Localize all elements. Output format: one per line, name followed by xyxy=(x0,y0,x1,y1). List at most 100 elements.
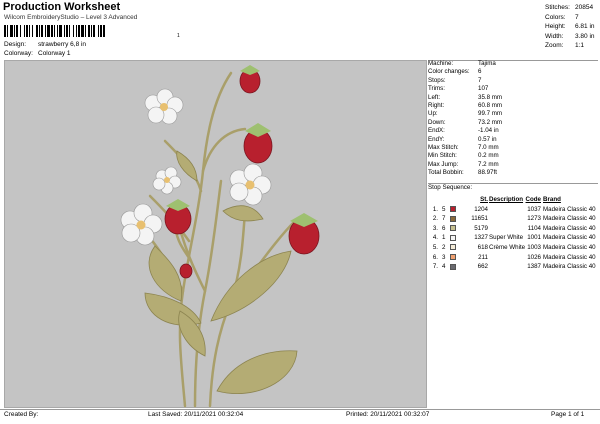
stop-index: 3. xyxy=(432,224,438,232)
info-value: -1.04 in xyxy=(478,127,499,135)
header-description: Description xyxy=(489,196,524,203)
thread-color-swatch xyxy=(450,234,456,241)
info-label: Up: xyxy=(428,110,438,118)
stop-row: 7. 4 662 1387 Madeira Classic 40 xyxy=(428,262,598,272)
design-preview xyxy=(4,60,427,408)
info-value: 73.2 mm xyxy=(478,118,503,126)
info-label: Max Jump: xyxy=(428,160,459,168)
stop-sequence-title: Stop Sequence: xyxy=(428,184,473,191)
stop-index: 2. xyxy=(432,215,438,223)
info-row: Right: 60.8 mm xyxy=(428,102,598,110)
stop-rows: 1. 5 1204 1037 Madeira Classic 40 2. 7 11651 127… xyxy=(428,205,598,272)
barcode xyxy=(4,25,174,37)
thread-code: 1104 xyxy=(527,224,541,232)
info-label: Down: xyxy=(428,118,446,126)
stop-sequence-table: St. Description Code Brand 1. 5 1204 1037 Ma… xyxy=(428,195,598,272)
info-row: EndY: 0.57 in xyxy=(428,136,598,144)
info-value: 7.2 mm xyxy=(478,160,499,168)
design-label: Design: xyxy=(4,41,27,48)
info-row: Max Jump: 7.2 mm xyxy=(428,161,598,169)
stop-sequence-header: St. Description Code Brand xyxy=(428,195,598,205)
thread-code: 1026 xyxy=(527,253,541,261)
info-label: EndY: xyxy=(428,135,445,143)
stop-row: 6. 3 211 1026 Madeira Classic 40 xyxy=(428,253,598,263)
created-by: Created By: xyxy=(4,411,39,418)
info-row: EndX: -1.04 in xyxy=(428,127,598,135)
machine-info: Machine: Tajima Color changes: 6 Stops: 7 Trim… xyxy=(428,60,598,177)
thread-brand: Madeira Classic 40 xyxy=(543,205,596,213)
info-label: Total Bobbin: xyxy=(428,169,464,177)
info-value: 35.8 mm xyxy=(478,93,503,101)
info-label: Left: xyxy=(428,93,441,101)
thread-brand: Madeira Classic 40 xyxy=(543,224,596,232)
thread-color-swatch xyxy=(450,206,456,213)
thread-color-swatch xyxy=(450,244,456,251)
thread-description: Crème White xyxy=(489,243,526,251)
software-name: Wilcom EmbroideryStudio – Level 3 Advanc… xyxy=(4,14,138,21)
stitch-count: 1204 xyxy=(474,205,488,213)
thread-code: 1273 xyxy=(527,215,541,223)
header-st: St. xyxy=(480,196,488,203)
info-value: 0.2 mm xyxy=(478,152,499,160)
info-row: Up: 99.7 mm xyxy=(428,110,598,118)
stop-index: 1. xyxy=(432,205,438,213)
stop-index: 6. xyxy=(432,253,438,261)
page-title: Production Worksheet xyxy=(3,1,121,13)
thread-code: 1387 xyxy=(527,263,541,271)
stop-index: 4. xyxy=(432,234,438,242)
info-value: 99.7 mm xyxy=(478,110,503,118)
design-value: strawberry 6,8 in xyxy=(38,41,87,48)
header-code: Code xyxy=(525,196,541,203)
thread-code: 1003 xyxy=(527,243,541,251)
info-row: Trims: 107 xyxy=(428,85,598,93)
info-row: Max Stitch: 7.0 mm xyxy=(428,144,598,152)
info-row: Min Stitch: 0.2 mm xyxy=(428,152,598,160)
info-value: Tajima xyxy=(478,60,496,67)
stop-number: 3 xyxy=(442,253,446,261)
stop-number: 6 xyxy=(442,224,446,232)
info-value: 107 xyxy=(478,85,489,93)
stitch-count: 1327 xyxy=(474,234,488,242)
footer-divider xyxy=(0,409,600,410)
barcode-number: 1 xyxy=(177,33,180,39)
info-value: 7.0 mm xyxy=(478,143,499,151)
stop-index: 7. xyxy=(432,263,438,271)
thread-brand: Madeira Classic 40 xyxy=(543,215,596,223)
design-stats: Stitches: 20854 Colors: 7 Height: 6.81 in W… xyxy=(545,4,599,52)
stat-width: Width: 3.80 in xyxy=(545,32,595,40)
page-number: Page 1 of 1 xyxy=(551,411,585,418)
stitch-count: 5179 xyxy=(474,224,488,232)
stop-number: 1 xyxy=(442,234,446,242)
info-label: Max Stitch: xyxy=(428,143,459,151)
stitch-count: 662 xyxy=(477,263,488,271)
stop-row: 5. 2 618 Crème White 1003 Madeira Classic 40 xyxy=(428,243,598,253)
info-value: 88.97ft xyxy=(478,169,497,177)
stat-colors: Colors: 7 xyxy=(545,13,579,21)
stop-number: 2 xyxy=(442,243,446,251)
stop-row: 3. 6 5179 1104 Madeira Classic 40 xyxy=(428,224,598,234)
barcode-bar xyxy=(103,25,105,37)
thread-brand: Madeira Classic 40 xyxy=(543,253,596,261)
stop-row: 4. 1 1327 Super White 1001 Madeira Classic 40 xyxy=(428,233,598,243)
colorway-label: Colorway: xyxy=(4,50,33,57)
thread-code: 1037 xyxy=(527,205,541,213)
thread-code: 1001 xyxy=(527,234,541,242)
stop-number: 5 xyxy=(442,205,446,213)
printed-date: Printed: 20/11/2021 00:32:07 xyxy=(346,411,430,418)
info-value: 0.57 in xyxy=(478,135,497,143)
thread-brand: Madeira Classic 40 xyxy=(543,234,596,242)
colorway-value: Colorway 1 xyxy=(38,50,71,57)
thread-description: Super White xyxy=(489,234,524,242)
stop-number: 4 xyxy=(442,263,446,271)
info-value: 7 xyxy=(478,76,482,84)
thread-brand: Madeira Classic 40 xyxy=(543,243,596,251)
info-label: Machine: xyxy=(428,60,454,67)
info-row: Machine: Tajima xyxy=(428,60,598,68)
last-saved: Last Saved: 20/11/2021 00:32:04 xyxy=(148,411,244,418)
header-brand: Brand xyxy=(543,196,561,203)
info-row: Total Bobbin: 88.97ft xyxy=(428,169,598,177)
info-label: Color changes: xyxy=(428,68,470,76)
stat-height: Height: 6.81 in xyxy=(545,23,595,30)
stop-row: 1. 5 1204 1037 Madeira Classic 40 xyxy=(428,205,598,215)
info-label: Min Stitch: xyxy=(428,152,457,160)
